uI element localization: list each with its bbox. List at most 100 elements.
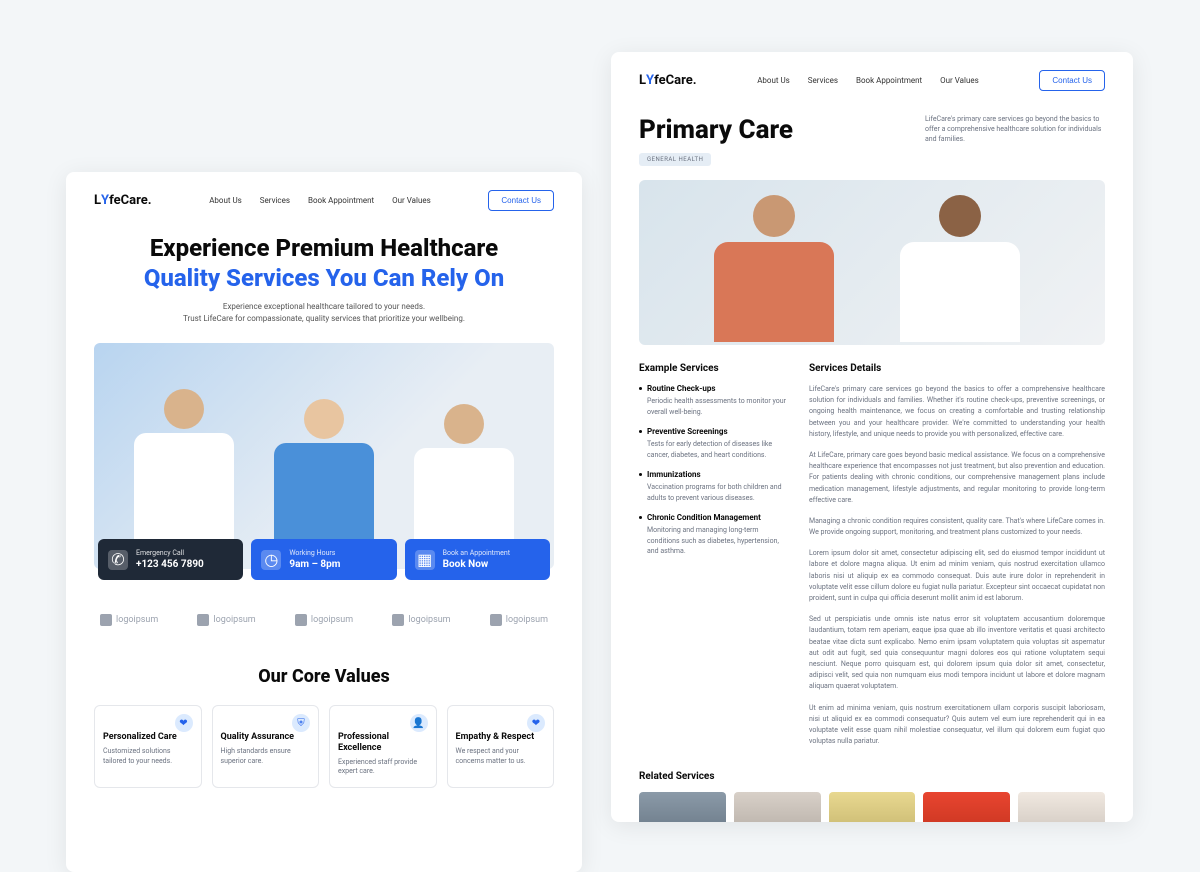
paragraph: Sed ut perspiciatis unde omnis iste natu… <box>809 614 1105 692</box>
value-card: ❤ Empathy & Respect We respect and your … <box>447 705 555 788</box>
hero-heading: Experience Premium Healthcare Quality Se… <box>94 233 554 293</box>
emergency-card[interactable]: ✆ Emergency Call +123 456 7890 <box>98 539 243 580</box>
brand-mid: Y <box>101 193 109 208</box>
primary-care-photo <box>639 180 1105 345</box>
calendar-icon: ▦ <box>415 550 435 570</box>
service-item: Immunizations Vaccination programs for b… <box>639 470 789 503</box>
emergency-value: +123 456 7890 <box>136 559 204 570</box>
service-desc: Vaccination programs for both children a… <box>639 482 789 503</box>
paragraph: LifeCare's primary care services go beyo… <box>809 384 1105 440</box>
homepage-mockup: LYfeCare. About Us Services Book Appoint… <box>66 172 582 872</box>
value-desc: High standards ensure superior care. <box>221 747 311 767</box>
related-card[interactable] <box>923 792 1010 822</box>
value-card: ❤ Personalized Care Customized solutions… <box>94 705 202 788</box>
details-column: Services Details LifeCare's primary care… <box>809 363 1105 757</box>
related-row <box>639 792 1105 822</box>
service-desc: Tests for early detection of diseases li… <box>639 439 789 460</box>
contact-button[interactable]: Contact Us <box>488 190 554 211</box>
service-title: Preventive Screenings <box>639 427 789 436</box>
nav-book[interactable]: Book Appointment <box>308 196 374 205</box>
nav-services[interactable]: Services <box>260 196 290 205</box>
top-nav: LYfeCare. About Us Services Book Appoint… <box>94 190 554 211</box>
service-item: Chronic Condition Management Monitoring … <box>639 513 789 557</box>
service-item: Routine Check-ups Periodic health assess… <box>639 384 789 417</box>
book-value: Book Now <box>443 559 510 570</box>
page-intro: LifeCare's primary care services go beyo… <box>925 115 1105 144</box>
hours-value: 9am – 8pm <box>289 559 340 570</box>
value-title: Personalized Care <box>103 732 193 743</box>
book-label: Book an Appointment <box>443 549 510 557</box>
primary-care-mockup: LYfeCare. About Us Services Book Appoint… <box>611 52 1133 822</box>
hero-line2: Quality Services You Can Rely On <box>144 264 504 292</box>
hero-sub: Experience exceptional healthcare tailor… <box>94 301 554 325</box>
nav-about[interactable]: About Us <box>209 196 242 205</box>
brand-prefix: L <box>94 193 101 208</box>
nav-links: About Us Services Book Appointment Our V… <box>757 76 979 85</box>
logo-item: logoipsum <box>295 614 353 626</box>
content-columns: Example Services Routine Check-ups Perio… <box>639 363 1105 757</box>
hours-label: Working Hours <box>289 549 340 557</box>
paragraph: Lorem ipsum dolor sit amet, consectetur … <box>809 548 1105 604</box>
core-values-heading: Our Core Values <box>94 666 554 687</box>
heart-icon: ❤ <box>527 714 545 732</box>
related-heading: Related Services <box>639 771 1105 782</box>
brand-suffix: feCare. <box>109 193 151 208</box>
paragraph: Ut enim ad minima veniam, quis nostrum e… <box>809 703 1105 748</box>
value-desc: We respect and your concerns matter to u… <box>456 747 546 767</box>
service-title: Chronic Condition Management <box>639 513 789 522</box>
related-card[interactable] <box>1018 792 1105 822</box>
related-card[interactable] <box>829 792 916 822</box>
nav-values[interactable]: Our Values <box>940 76 979 85</box>
hero-photo <box>94 343 554 569</box>
brand-logo[interactable]: LYfeCare. <box>639 73 697 88</box>
related-card[interactable] <box>639 792 726 822</box>
values-row: ❤ Personalized Care Customized solutions… <box>94 705 554 788</box>
related-card[interactable] <box>734 792 821 822</box>
service-item: Preventive Screenings Tests for early de… <box>639 427 789 460</box>
logo-item: logoipsum <box>197 614 255 626</box>
logo-item: logoipsum <box>100 614 158 626</box>
service-desc: Monitoring and managing long-term condit… <box>639 525 789 557</box>
heart-icon: ❤ <box>175 714 193 732</box>
value-desc: Customized solutions tailored to your ne… <box>103 747 193 767</box>
contact-button[interactable]: Contact Us <box>1039 70 1105 91</box>
logo-item: logoipsum <box>490 614 548 626</box>
example-services-column: Example Services Routine Check-ups Perio… <box>639 363 789 757</box>
value-title: Empathy & Respect <box>456 732 546 743</box>
nav-values[interactable]: Our Values <box>392 196 431 205</box>
value-card: 👤 Professional Excellence Experienced st… <box>329 705 437 788</box>
hours-card[interactable]: ◷ Working Hours 9am – 8pm <box>251 539 396 580</box>
nav-services[interactable]: Services <box>808 76 838 85</box>
user-icon: 👤 <box>410 714 428 732</box>
patient-icon <box>699 195 849 345</box>
paragraph: At LifeCare, primary care goes beyond ba… <box>809 450 1105 506</box>
page-title: Primary Care <box>639 115 793 145</box>
cta-row: ✆ Emergency Call +123 456 7890 ◷ Working… <box>94 539 554 580</box>
top-nav: LYfeCare. About Us Services Book Appoint… <box>639 70 1105 91</box>
details-heading: Services Details <box>809 363 1105 374</box>
nav-about[interactable]: About Us <box>757 76 790 85</box>
doctor-icon <box>895 195 1025 345</box>
nav-links: About Us Services Book Appointment Our V… <box>209 196 431 205</box>
example-services-heading: Example Services <box>639 363 789 374</box>
page-header: Primary Care GENERAL HEALTH LifeCare's p… <box>639 115 1105 166</box>
paragraph: Managing a chronic condition requires co… <box>809 516 1105 538</box>
emergency-label: Emergency Call <box>136 549 204 557</box>
partner-logos: logoipsum logoipsum logoipsum logoipsum … <box>94 614 554 626</box>
value-desc: Experienced staff provide expert care. <box>338 758 428 778</box>
logo-item: logoipsum <box>392 614 450 626</box>
service-title: Immunizations <box>639 470 789 479</box>
category-tag: GENERAL HEALTH <box>639 153 711 166</box>
value-card: ⛨ Quality Assurance High standards ensur… <box>212 705 320 788</box>
nav-book[interactable]: Book Appointment <box>856 76 922 85</box>
value-title: Quality Assurance <box>221 732 311 743</box>
book-card[interactable]: ▦ Book an Appointment Book Now <box>405 539 550 580</box>
service-desc: Periodic health assessments to monitor y… <box>639 396 789 417</box>
value-title: Professional Excellence <box>338 732 428 754</box>
shield-icon: ⛨ <box>292 714 310 732</box>
service-title: Routine Check-ups <box>639 384 789 393</box>
phone-icon: ✆ <box>108 550 128 570</box>
clock-icon: ◷ <box>261 550 281 570</box>
hero-line1: Experience Premium Healthcare <box>150 234 498 262</box>
brand-logo[interactable]: LYfeCare. <box>94 193 152 208</box>
